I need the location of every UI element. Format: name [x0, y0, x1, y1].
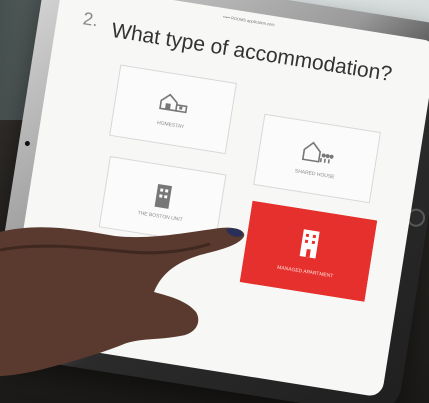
pointing-hand [0, 227, 245, 376]
photo-scene: ••••• ROOMS application.com 2. What type… [0, 0, 429, 403]
